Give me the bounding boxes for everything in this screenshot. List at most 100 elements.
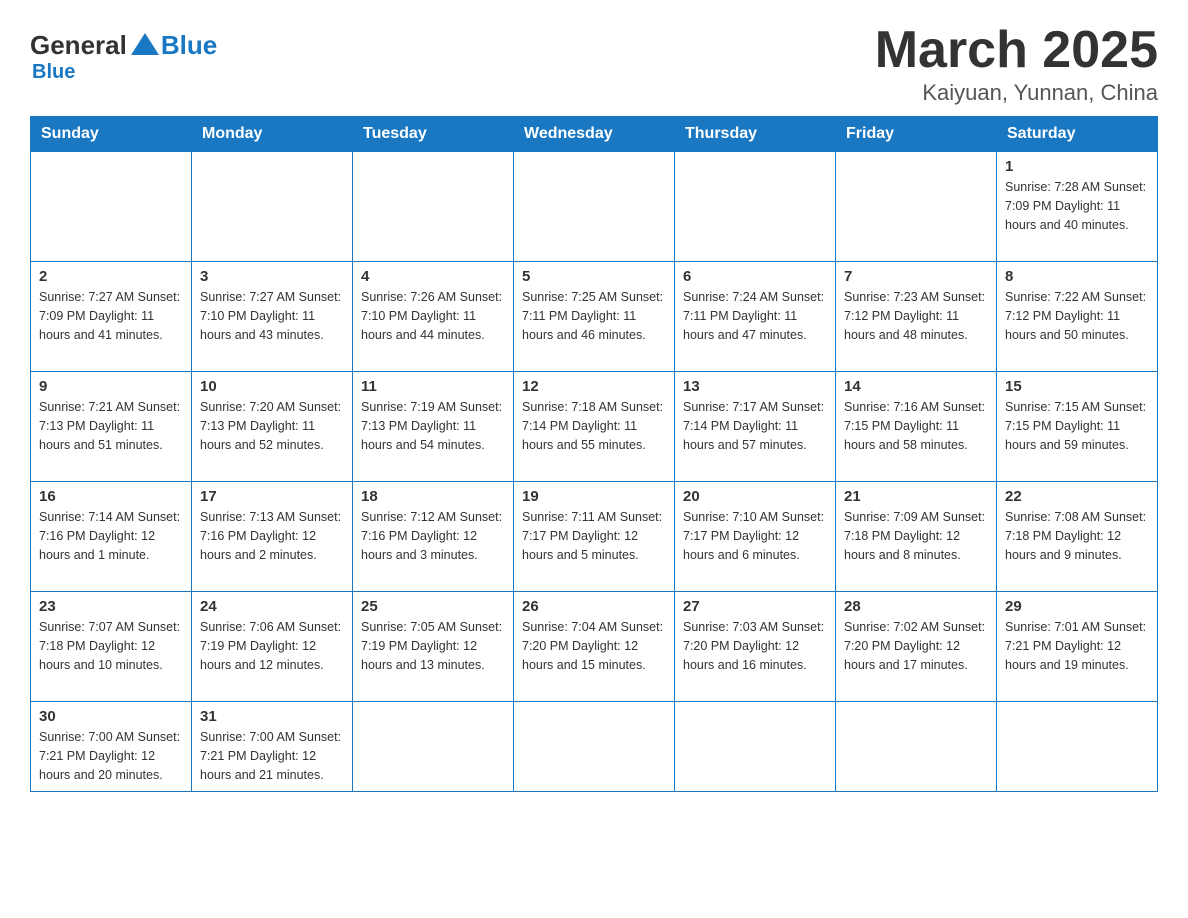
day-info: Sunrise: 7:04 AM Sunset: 7:20 PM Dayligh… xyxy=(522,618,666,674)
calendar-row-1: 2Sunrise: 7:27 AM Sunset: 7:09 PM Daylig… xyxy=(31,262,1158,372)
calendar-cell: 19 Sunrise: 7:11 AM Sunset: 7:17 PM Dayli… xyxy=(514,482,675,592)
calendar-cell: 30 Sunrise: 7:00 AM Sunset: 7:21 PM Dayli… xyxy=(31,702,192,792)
calendar-cell xyxy=(353,152,514,262)
day-number: 2 xyxy=(39,268,183,285)
calendar-cell: 12 Sunrise: 7:18 AM Sunset: 7:14 PM Dayli… xyxy=(514,372,675,482)
day-info: Sunrise: 7:22 AM Sunset: 7:12 PM Dayligh… xyxy=(1005,288,1149,344)
calendar-cell: 26 Sunrise: 7:04 AM Sunset: 7:20 PM Dayli… xyxy=(514,592,675,702)
calendar-cell xyxy=(675,152,836,262)
calendar-cell: 4 Sunrise: 7:26 AM Sunset: 7:10 PM Daylig… xyxy=(353,262,514,372)
calendar-cell: 7 Sunrise: 7:23 AM Sunset: 7:12 PM Daylig… xyxy=(836,262,997,372)
day-number: 28 xyxy=(844,598,988,615)
day-info: Sunrise: 7:19 AM Sunset: 7:13 PM Dayligh… xyxy=(361,398,505,454)
weekday-header-thursday: Thursday xyxy=(675,117,836,152)
calendar-cell xyxy=(514,152,675,262)
day-info: Sunrise: 7:11 AM Sunset: 7:17 PM Dayligh… xyxy=(522,508,666,564)
day-info: Sunrise: 7:25 AM Sunset: 7:11 PM Dayligh… xyxy=(522,288,666,344)
day-number: 31 xyxy=(200,708,344,725)
day-number: 5 xyxy=(522,268,666,285)
calendar-cell: 15Sunrise: 7:15 AM Sunset: 7:15 PM Dayli… xyxy=(997,372,1158,482)
day-info: Sunrise: 7:12 AM Sunset: 7:16 PM Dayligh… xyxy=(361,508,505,564)
weekday-header-tuesday: Tuesday xyxy=(353,117,514,152)
weekday-header-wednesday: Wednesday xyxy=(514,117,675,152)
calendar-cell xyxy=(997,702,1158,792)
day-info: Sunrise: 7:06 AM Sunset: 7:19 PM Dayligh… xyxy=(200,618,344,674)
logo-blue-text: Blue xyxy=(161,30,217,61)
day-info: Sunrise: 7:07 AM Sunset: 7:18 PM Dayligh… xyxy=(39,618,183,674)
calendar-cell: 17Sunrise: 7:13 AM Sunset: 7:16 PM Dayli… xyxy=(192,482,353,592)
day-info: Sunrise: 7:00 AM Sunset: 7:21 PM Dayligh… xyxy=(200,728,344,784)
day-number: 19 xyxy=(522,488,666,505)
calendar-cell: 5 Sunrise: 7:25 AM Sunset: 7:11 PM Daylig… xyxy=(514,262,675,372)
calendar-cell: 6 Sunrise: 7:24 AM Sunset: 7:11 PM Daylig… xyxy=(675,262,836,372)
location-text: Kaiyuan, Yunnan, China xyxy=(875,80,1158,106)
day-number: 22 xyxy=(1005,488,1149,505)
weekday-header-sunday: Sunday xyxy=(31,117,192,152)
day-info: Sunrise: 7:00 AM Sunset: 7:21 PM Dayligh… xyxy=(39,728,183,784)
day-info: Sunrise: 7:26 AM Sunset: 7:10 PM Dayligh… xyxy=(361,288,505,344)
day-number: 3 xyxy=(200,268,344,285)
calendar-cell: 2Sunrise: 7:27 AM Sunset: 7:09 PM Daylig… xyxy=(31,262,192,372)
calendar-cell: 18Sunrise: 7:12 AM Sunset: 7:16 PM Dayli… xyxy=(353,482,514,592)
day-info: Sunrise: 7:16 AM Sunset: 7:15 PM Dayligh… xyxy=(844,398,988,454)
calendar-cell: 10 Sunrise: 7:20 AM Sunset: 7:13 PM Dayli… xyxy=(192,372,353,482)
calendar-cell xyxy=(192,152,353,262)
calendar-cell: 3 Sunrise: 7:27 AM Sunset: 7:10 PM Daylig… xyxy=(192,262,353,372)
calendar-cell: 11 Sunrise: 7:19 AM Sunset: 7:13 PM Dayli… xyxy=(353,372,514,482)
day-number: 6 xyxy=(683,268,827,285)
day-number: 21 xyxy=(844,488,988,505)
calendar-cell xyxy=(353,702,514,792)
calendar-cell: 20Sunrise: 7:10 AM Sunset: 7:17 PM Dayli… xyxy=(675,482,836,592)
weekday-header-saturday: Saturday xyxy=(997,117,1158,152)
day-info: Sunrise: 7:28 AM Sunset: 7:09 PM Dayligh… xyxy=(1005,178,1149,234)
calendar-cell xyxy=(31,152,192,262)
day-number: 11 xyxy=(361,378,505,395)
day-number: 26 xyxy=(522,598,666,615)
calendar-cell: 29Sunrise: 7:01 AM Sunset: 7:21 PM Dayli… xyxy=(997,592,1158,702)
day-info: Sunrise: 7:18 AM Sunset: 7:14 PM Dayligh… xyxy=(522,398,666,454)
day-number: 8 xyxy=(1005,268,1149,285)
calendar-cell xyxy=(836,152,997,262)
calendar-cell: 31 Sunrise: 7:00 AM Sunset: 7:21 PM Dayli… xyxy=(192,702,353,792)
weekday-header-monday: Monday xyxy=(192,117,353,152)
calendar-row-4: 23 Sunrise: 7:07 AM Sunset: 7:18 PM Dayli… xyxy=(31,592,1158,702)
day-number: 7 xyxy=(844,268,988,285)
calendar-cell: 8 Sunrise: 7:22 AM Sunset: 7:12 PM Daylig… xyxy=(997,262,1158,372)
day-number: 30 xyxy=(39,708,183,725)
day-number: 25 xyxy=(361,598,505,615)
logo: General Blue Blue xyxy=(30,30,217,84)
day-number: 16 xyxy=(39,488,183,505)
day-number: 27 xyxy=(683,598,827,615)
day-number: 23 xyxy=(39,598,183,615)
day-info: Sunrise: 7:10 AM Sunset: 7:17 PM Dayligh… xyxy=(683,508,827,564)
calendar-row-5: 30 Sunrise: 7:00 AM Sunset: 7:21 PM Dayli… xyxy=(31,702,1158,792)
day-number: 1 xyxy=(1005,158,1149,175)
day-info: Sunrise: 7:20 AM Sunset: 7:13 PM Dayligh… xyxy=(200,398,344,454)
calendar-cell xyxy=(836,702,997,792)
day-info: Sunrise: 7:01 AM Sunset: 7:21 PM Dayligh… xyxy=(1005,618,1149,674)
calendar-body: 1 Sunrise: 7:28 AM Sunset: 7:09 PM Daylig… xyxy=(31,152,1158,792)
day-info: Sunrise: 7:27 AM Sunset: 7:10 PM Dayligh… xyxy=(200,288,344,344)
day-info: Sunrise: 7:24 AM Sunset: 7:11 PM Dayligh… xyxy=(683,288,827,344)
calendar-cell: 25Sunrise: 7:05 AM Sunset: 7:19 PM Dayli… xyxy=(353,592,514,702)
day-info: Sunrise: 7:03 AM Sunset: 7:20 PM Dayligh… xyxy=(683,618,827,674)
day-number: 4 xyxy=(361,268,505,285)
calendar-cell: 13Sunrise: 7:17 AM Sunset: 7:14 PM Dayli… xyxy=(675,372,836,482)
calendar-cell: 24Sunrise: 7:06 AM Sunset: 7:19 PM Dayli… xyxy=(192,592,353,702)
day-info: Sunrise: 7:15 AM Sunset: 7:15 PM Dayligh… xyxy=(1005,398,1149,454)
day-info: Sunrise: 7:21 AM Sunset: 7:13 PM Dayligh… xyxy=(39,398,183,454)
day-info: Sunrise: 7:08 AM Sunset: 7:18 PM Dayligh… xyxy=(1005,508,1149,564)
day-number: 10 xyxy=(200,378,344,395)
day-number: 12 xyxy=(522,378,666,395)
calendar-row-0: 1 Sunrise: 7:28 AM Sunset: 7:09 PM Daylig… xyxy=(31,152,1158,262)
calendar-cell: 23 Sunrise: 7:07 AM Sunset: 7:18 PM Dayli… xyxy=(31,592,192,702)
day-info: Sunrise: 7:09 AM Sunset: 7:18 PM Dayligh… xyxy=(844,508,988,564)
logo-triangle-icon xyxy=(131,33,159,55)
page-header: General Blue Blue March 2025 Kaiyuan, Yu… xyxy=(30,20,1158,106)
calendar-cell: 27 Sunrise: 7:03 AM Sunset: 7:20 PM Dayli… xyxy=(675,592,836,702)
weekday-header-friday: Friday xyxy=(836,117,997,152)
title-block: March 2025 Kaiyuan, Yunnan, China xyxy=(875,20,1158,106)
logo-general-text: General xyxy=(30,30,127,61)
day-info: Sunrise: 7:23 AM Sunset: 7:12 PM Dayligh… xyxy=(844,288,988,344)
calendar-row-3: 16Sunrise: 7:14 AM Sunset: 7:16 PM Dayli… xyxy=(31,482,1158,592)
